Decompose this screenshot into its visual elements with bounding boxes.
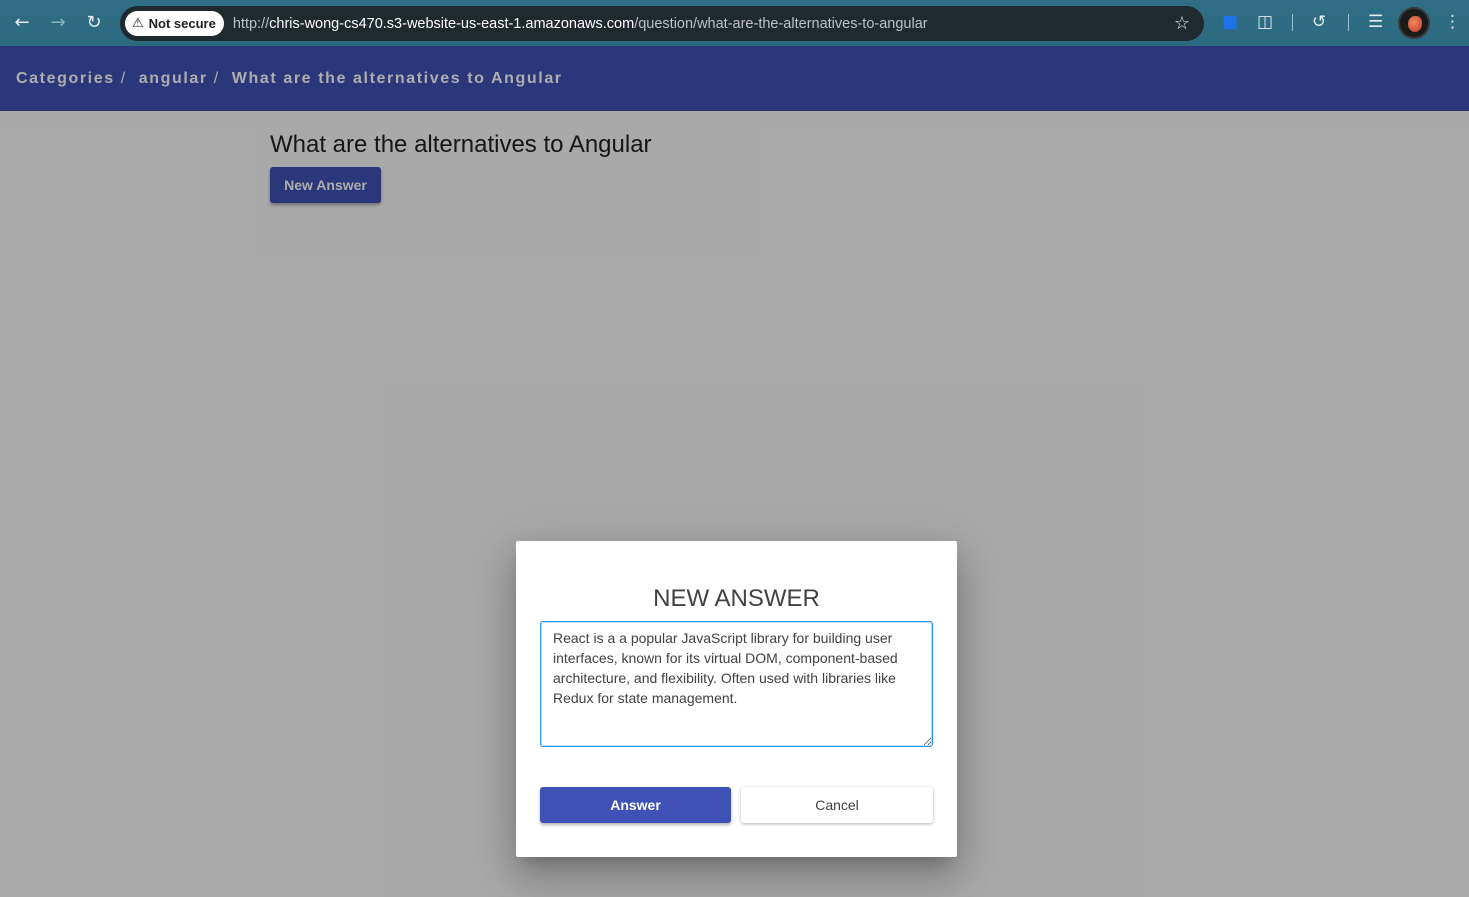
new-answer-dialog: NEW ANSWER React is a a popular JavaScri… [516,541,957,857]
url-text[interactable]: http://chris-wong-cs470.s3-website-us-ea… [233,16,928,32]
url-host: chris-wong-cs470.s3-website-us-east-1.am… [269,15,635,32]
queue-music-icon[interactable]: ☰ [1368,11,1383,33]
more-vert-icon[interactable]: ⋮ [1444,11,1461,33]
url-path: /question/what-are-the-alternatives-to-a… [634,15,928,32]
forward-icon[interactable]: → [47,12,69,34]
star-icon[interactable]: ☆ [1174,13,1190,34]
answer-textarea[interactable]: React is a a popular JavaScript library … [540,621,933,747]
dialog-title: NEW ANSWER [653,585,820,612]
security-indicator[interactable]: ⚠ Not secure [125,11,224,36]
security-label: Not secure [148,16,216,31]
toolbar-divider [1292,14,1293,31]
history-icon[interactable]: ↺ [1312,11,1326,33]
avatar[interactable] [1398,7,1430,39]
address-bar[interactable]: ⚠ Not secure http://chris-wong-cs470.s3-… [120,6,1204,41]
toolbar-divider [1348,14,1349,31]
browser-toolbar: ← → ↻ ⚠ Not secure http://chris-wong-cs4… [0,0,1469,46]
cancel-button[interactable]: Cancel [741,787,933,823]
puzzle-icon[interactable]: ◫ [1257,11,1273,33]
answer-submit-button[interactable]: Answer [540,787,731,823]
warning-icon: ⚠ [132,16,144,31]
back-icon[interactable]: ← [11,12,33,34]
extension-badge-icon[interactable]: ■ [1222,11,1238,33]
url-scheme: http:// [232,15,270,32]
reload-icon[interactable]: ↻ [83,12,105,34]
